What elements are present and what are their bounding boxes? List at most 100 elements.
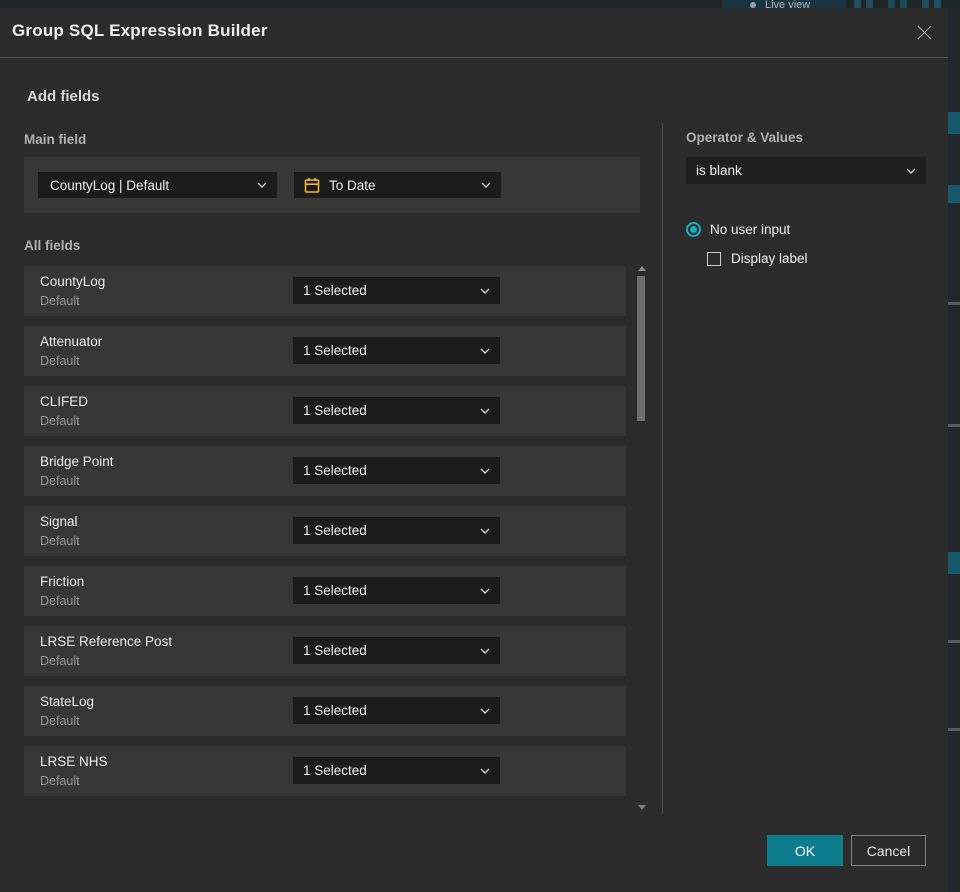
background-toolbar-icon xyxy=(866,0,873,8)
field-selection-value: 1 Selected xyxy=(303,403,367,418)
dialog-header: Group SQL Expression Builder xyxy=(0,8,948,57)
field-selection-dropdown[interactable]: 1 Selected xyxy=(293,637,500,664)
field-row: Friction Default 1 Selected xyxy=(24,566,626,616)
field-name: StateLog xyxy=(40,694,95,709)
main-field-dropdown-value: CountyLog | Default xyxy=(50,177,170,193)
dialog-title: Group SQL Expression Builder xyxy=(12,21,268,40)
field-subtitle: Default xyxy=(40,474,80,488)
group-sql-expression-builder-dialog: Group SQL Expression Builder Add fields … xyxy=(0,8,948,892)
field-row: StateLog Default 1 Selected xyxy=(24,686,626,736)
field-row: LRSE NHS Default 1 Selected xyxy=(24,746,626,796)
field-row: CountyLog Default 1 Selected xyxy=(24,266,626,316)
field-selection-value: 1 Selected xyxy=(303,463,367,478)
close-button[interactable] xyxy=(912,20,936,44)
field-subtitle: Default xyxy=(40,774,80,788)
chevron-down-icon xyxy=(480,768,490,774)
field-subtitle: Default xyxy=(40,714,80,728)
field-row: Signal Default 1 Selected xyxy=(24,506,626,556)
calendar-icon xyxy=(304,177,320,193)
add-fields-heading: Add fields xyxy=(27,88,100,105)
field-name: Friction xyxy=(40,574,85,589)
field-selection-dropdown[interactable]: 1 Selected xyxy=(293,337,500,364)
operator-dropdown-value: is blank xyxy=(696,163,742,178)
field-selection-value: 1 Selected xyxy=(303,583,367,598)
field-name: LRSE NHS xyxy=(40,754,108,769)
field-selection-dropdown[interactable]: 1 Selected xyxy=(293,757,500,784)
main-field-panel: CountyLog | Default To Date xyxy=(24,157,640,213)
field-selection-dropdown[interactable]: 1 Selected xyxy=(293,457,500,484)
chevron-down-icon xyxy=(480,348,490,354)
background-app-fragment xyxy=(948,640,960,643)
background-app-fragment xyxy=(948,185,960,203)
field-selection-dropdown[interactable]: 1 Selected xyxy=(293,277,500,304)
field-row: Bridge Point Default 1 Selected xyxy=(24,446,626,496)
list-scrollbar[interactable] xyxy=(635,262,648,814)
field-row: Attenuator Default 1 Selected xyxy=(24,326,626,376)
field-name: CountyLog xyxy=(40,274,106,289)
field-subtitle: Default xyxy=(40,354,80,368)
field-subtitle: Default xyxy=(40,654,80,668)
field-selection-value: 1 Selected xyxy=(303,703,367,718)
main-field-type-dropdown[interactable]: To Date xyxy=(294,172,501,198)
no-user-input-radio[interactable]: No user input xyxy=(686,222,790,237)
field-subtitle: Default xyxy=(40,534,80,548)
field-selection-value: 1 Selected xyxy=(303,283,367,298)
field-subtitle: Default xyxy=(40,594,80,608)
live-view-button[interactable]: Live view xyxy=(722,0,846,8)
chevron-down-icon xyxy=(481,182,491,188)
operator-dropdown[interactable]: is blank xyxy=(686,157,926,184)
field-name: Attenuator xyxy=(40,334,103,349)
background-app-right-strip xyxy=(948,8,960,892)
background-toolbar-icon xyxy=(900,0,907,8)
main-field-label: Main field xyxy=(24,132,87,147)
chevron-down-icon xyxy=(480,288,490,294)
ok-button[interactable]: OK xyxy=(767,835,843,866)
radio-icon xyxy=(686,222,701,237)
cancel-button[interactable]: Cancel xyxy=(851,835,926,866)
field-selection-dropdown[interactable]: 1 Selected xyxy=(293,397,500,424)
main-field-dropdown[interactable]: CountyLog | Default xyxy=(38,172,277,198)
background-toolbar-icon xyxy=(922,0,929,8)
field-name: Bridge Point xyxy=(40,454,114,469)
chevron-down-icon xyxy=(480,408,490,414)
field-name: CLIFED xyxy=(40,394,89,409)
chevron-down-icon xyxy=(480,528,490,534)
field-selection-dropdown[interactable]: 1 Selected xyxy=(293,697,500,724)
field-selection-dropdown[interactable]: 1 Selected xyxy=(293,517,500,544)
scrollbar-thumb[interactable] xyxy=(637,276,645,421)
close-icon xyxy=(917,25,931,39)
field-row: CLIFED Default 1 Selected xyxy=(24,386,626,436)
chevron-down-icon xyxy=(257,182,267,188)
field-name: LRSE Reference Post xyxy=(40,634,173,649)
scroll-down-icon[interactable] xyxy=(638,805,646,810)
vertical-divider xyxy=(662,123,663,814)
background-app-top-strip: Live view xyxy=(0,0,960,8)
field-selection-value: 1 Selected xyxy=(303,523,367,538)
background-app-fragment xyxy=(948,302,960,305)
field-selection-value: 1 Selected xyxy=(303,763,367,778)
background-toolbar-icon xyxy=(888,0,895,8)
field-row: LRSE Reference Post Default 1 Selected xyxy=(24,626,626,676)
checkbox-icon xyxy=(707,251,721,266)
header-divider xyxy=(0,57,948,58)
field-selection-value: 1 Selected xyxy=(303,343,367,358)
chevron-down-icon xyxy=(480,468,490,474)
all-fields-label: All fields xyxy=(24,238,81,253)
chevron-down-icon xyxy=(480,648,490,654)
background-app-fragment xyxy=(948,552,960,574)
no-user-input-label: No user input xyxy=(710,222,791,237)
background-app-fragment xyxy=(948,112,960,134)
chevron-down-icon xyxy=(906,168,916,174)
background-toolbar-icon xyxy=(854,0,861,8)
field-selection-dropdown[interactable]: 1 Selected xyxy=(293,577,500,604)
chevron-down-icon xyxy=(480,588,490,594)
live-view-label: Live view xyxy=(765,0,811,8)
scroll-up-icon[interactable] xyxy=(638,266,646,271)
main-field-type-value: To Date xyxy=(329,177,376,193)
background-app-fragment xyxy=(948,728,960,731)
display-label-text: Display label xyxy=(731,251,808,266)
field-subtitle: Default xyxy=(40,294,80,308)
field-selection-value: 1 Selected xyxy=(303,643,367,658)
display-label-checkbox[interactable]: Display label xyxy=(707,251,808,266)
field-subtitle: Default xyxy=(40,414,80,428)
